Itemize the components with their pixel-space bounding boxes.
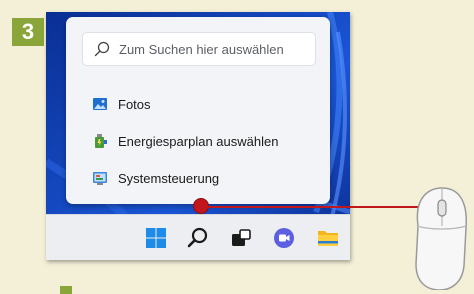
pointer-line [201, 206, 419, 208]
taskbar-search-icon[interactable] [186, 226, 210, 250]
photos-icon [93, 98, 107, 110]
mouse-icon [415, 187, 467, 290]
control-panel-icon [93, 172, 107, 185]
menu-item-label: Fotos [118, 96, 151, 112]
step-marker [60, 286, 72, 294]
search-icon [94, 41, 110, 57]
menu-item-fotos[interactable]: Fotos [92, 94, 151, 114]
menu-item-label: Systemsteuerung [118, 170, 220, 186]
windows-screen: Fotos Energiesparplan auswählen Systemst… [46, 12, 350, 260]
windows-start-icon[interactable] [144, 226, 168, 250]
search-input[interactable] [119, 41, 309, 57]
taskbar [46, 214, 350, 260]
start-search-menu: Fotos Energiesparplan auswählen Systemst… [66, 17, 330, 204]
search-box[interactable] [82, 32, 316, 66]
step-number-badge: 3 [12, 18, 44, 46]
menu-item-systemsteuerung[interactable]: Systemsteuerung [92, 168, 219, 188]
file-explorer-icon[interactable] [316, 226, 340, 250]
chat-icon[interactable] [272, 226, 296, 250]
menu-item-label: Energiesparplan auswählen [118, 133, 279, 149]
power-plan-icon [95, 134, 107, 148]
menu-item-energiesparplan[interactable]: Energiesparplan auswählen [92, 131, 278, 151]
task-view-icon[interactable] [229, 226, 253, 250]
